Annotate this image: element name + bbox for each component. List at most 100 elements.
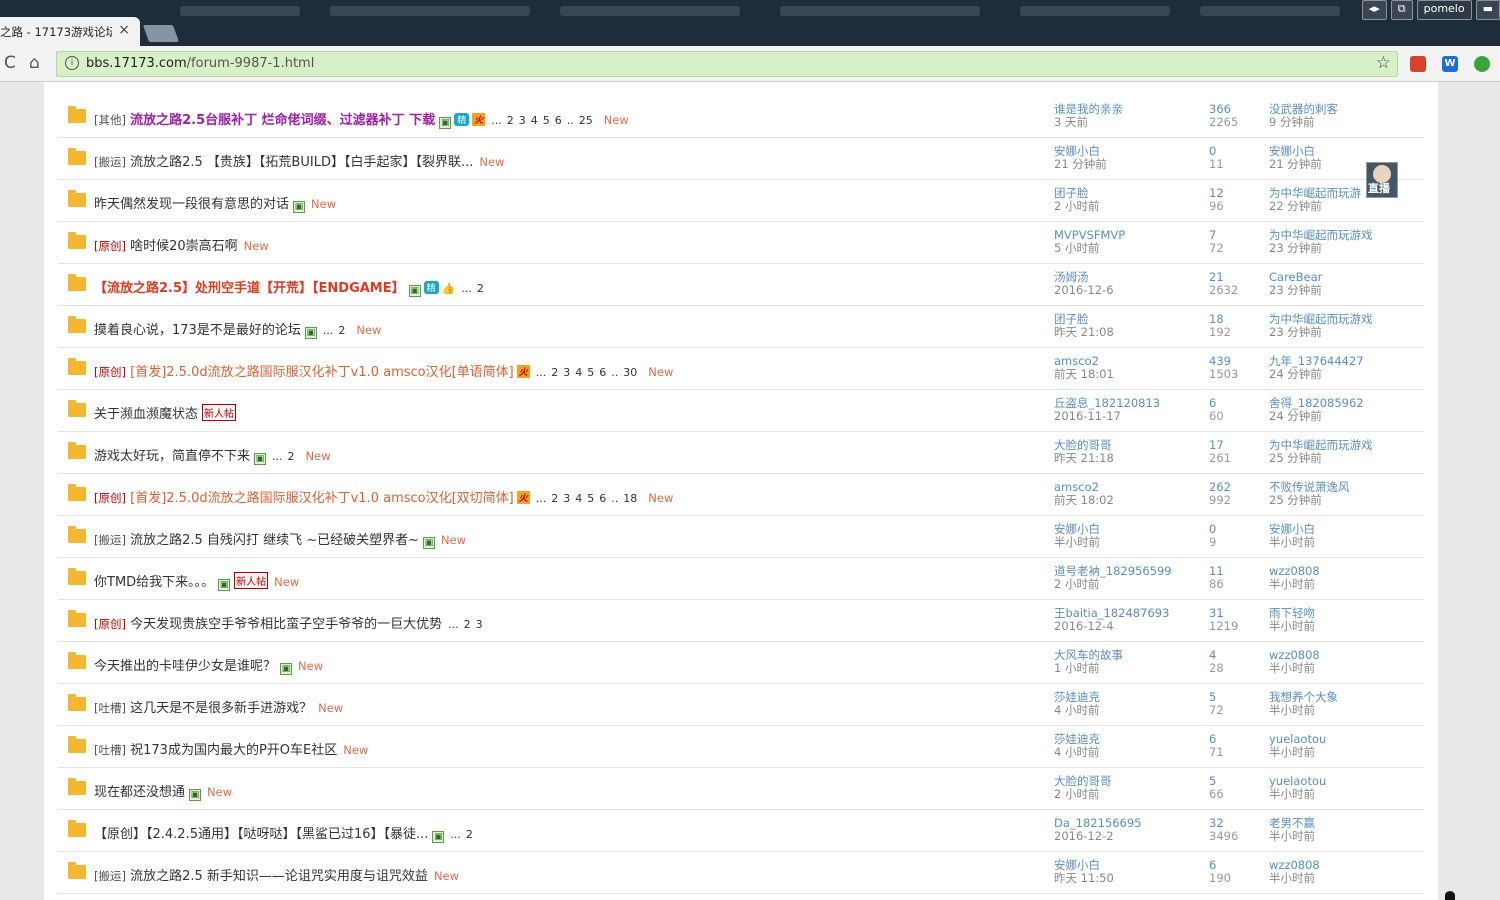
thread-title-link[interactable]: [首发]2.5.0d流放之路国际服汉化补丁v1.0 amsco汉化[单语简体] [130, 365, 514, 380]
folder-icon[interactable] [68, 484, 86, 501]
profile-switch-icon[interactable]: ◂▸ [1361, 0, 1387, 20]
folder-icon[interactable] [68, 274, 86, 291]
thread-title-link[interactable]: 流放之路2.5 新手知识——论诅咒实用度与诅咒效益 [130, 869, 428, 884]
thread-category[interactable]: [吐槽] [94, 701, 126, 715]
page-link[interactable]: 3 [563, 366, 570, 379]
folder-icon[interactable] [68, 778, 86, 795]
extension-green-icon[interactable] [1474, 56, 1490, 72]
thread-title-link[interactable]: 祝173成为国内最大的P开O车E社区 [130, 743, 337, 758]
new-badge[interactable]: New [356, 323, 381, 337]
thread-title-link[interactable]: 啥时候20崇高石啊 [130, 239, 238, 254]
page-link[interactable]: 4 [575, 492, 582, 505]
page-link[interactable]: 5 [587, 366, 594, 379]
new-badge[interactable]: New [244, 239, 269, 253]
new-badge[interactable]: New [318, 701, 343, 715]
user-profile-button[interactable]: pomelo [1416, 0, 1472, 20]
thread-title-link[interactable]: 【流放之路2.5】处刑空手道【开荒】【ENDGAME】 [94, 281, 405, 296]
folder-icon[interactable] [68, 610, 86, 627]
extension-red-icon[interactable] [1410, 56, 1426, 72]
thread-category[interactable]: [吐槽] [94, 743, 126, 757]
folder-icon[interactable] [68, 358, 86, 375]
page-link[interactable]: 4 [575, 366, 582, 379]
folder-icon[interactable] [68, 106, 86, 123]
folder-icon[interactable] [68, 190, 86, 207]
page-link[interactable]: 2 [551, 366, 558, 379]
folder-icon[interactable] [68, 652, 86, 669]
extension-w-icon[interactable]: W [1442, 56, 1458, 72]
folder-icon[interactable] [68, 862, 86, 879]
page-link[interactable]: 25 [579, 114, 593, 127]
page-link[interactable]: 2 [551, 492, 558, 505]
home-icon[interactable]: ⌂ [29, 53, 40, 73]
active-tab[interactable]: 之路 - 17173游戏论坛 × [0, 17, 140, 46]
page-link[interactable]: 6 [555, 114, 562, 127]
folder-icon[interactable] [68, 820, 86, 837]
page-link[interactable]: 6 [599, 366, 606, 379]
folder-icon[interactable] [68, 232, 86, 249]
thread-title-link[interactable]: [首发]2.5.0d流放之路国际服汉化补丁v1.0 amsco汉化[双切简体] [130, 491, 514, 506]
folder-icon[interactable] [68, 400, 86, 417]
thread-title-link[interactable]: 今天发现贵族空手爷爷相比蛮子空手爷爷的一巨大优势 [130, 617, 442, 632]
new-badge[interactable]: New [311, 197, 336, 211]
new-badge[interactable]: New [648, 365, 673, 379]
thread-category[interactable]: [原创] [94, 491, 126, 505]
page-link[interactable]: 5 [543, 114, 550, 127]
background-tab[interactable] [180, 6, 300, 16]
folder-icon[interactable] [68, 442, 86, 459]
folder-icon[interactable] [68, 694, 86, 711]
page-link[interactable]: 2 [477, 282, 484, 295]
page-link[interactable]: 2 [507, 114, 514, 127]
thread-title-link[interactable]: 现在都还没想通 [94, 785, 185, 800]
thread-category[interactable]: [其他] [94, 113, 126, 127]
address-bar[interactable]: i bbs.17173.com/forum-9987-1.html ☆ [56, 51, 1398, 77]
thread-title-link[interactable]: 流放之路2.5 【贵族】【拓荒BUILD】【白手起家】【裂界联... [130, 155, 473, 170]
page-link[interactable]: 2 [464, 618, 471, 631]
tab-close-icon[interactable]: × [118, 22, 130, 38]
thread-title-link[interactable]: 这几天是不是很多新手进游戏？ [130, 701, 312, 716]
new-badge[interactable]: New [434, 869, 459, 883]
page-link[interactable]: 6 [599, 492, 606, 505]
new-badge[interactable]: New [343, 743, 368, 757]
folder-icon[interactable] [68, 526, 86, 543]
new-badge[interactable]: New [604, 113, 629, 127]
thread-title-link[interactable]: 关于濒血濒魔状态 [94, 407, 198, 422]
background-tab[interactable] [330, 6, 530, 16]
live-stream-badge[interactable]: 直播 [1366, 162, 1398, 198]
page-link[interactable]: 2 [338, 324, 345, 337]
page-link[interactable]: 18 [623, 492, 637, 505]
site-info-icon[interactable]: i [65, 56, 79, 70]
page-link[interactable]: 4 [531, 114, 538, 127]
minimize-button[interactable]: ▬ [1475, 0, 1500, 20]
thread-category[interactable]: [搬运] [94, 869, 126, 883]
new-badge[interactable]: New [207, 785, 232, 799]
new-badge[interactable]: New [648, 491, 673, 505]
thread-title-link[interactable]: 流放之路2.5 自残闪打 继续飞 ~已经破关塑界者~ [130, 533, 419, 548]
thread-category[interactable]: [原创] [94, 617, 126, 631]
thread-title-link[interactable]: 你TMD给我下来。。。 [94, 575, 214, 590]
background-tab[interactable] [780, 6, 980, 16]
thread-title-link[interactable]: 今天推出的卡哇伊少女是谁呢？ [94, 659, 276, 674]
page-link[interactable]: 30 [623, 366, 637, 379]
folder-icon[interactable] [68, 316, 86, 333]
folder-icon[interactable] [68, 568, 86, 585]
thread-title-link[interactable]: 摸着良心说，173是不是最好的论坛 [94, 323, 301, 338]
new-badge[interactable]: New [479, 155, 504, 169]
thread-title-link[interactable]: 昨天偶然发现一段很有意思的对话 [94, 197, 289, 212]
restore-icon[interactable]: ⧉ [1390, 0, 1413, 20]
background-tab[interactable] [1200, 6, 1340, 16]
thread-category[interactable]: [原创] [94, 365, 126, 379]
new-badge[interactable]: New [274, 575, 299, 589]
page-link[interactable]: 2 [466, 828, 473, 841]
folder-icon[interactable] [68, 736, 86, 753]
thread-category[interactable]: [搬运] [94, 155, 126, 169]
thread-category[interactable]: [搬运] [94, 533, 126, 547]
background-tab[interactable] [1020, 6, 1170, 16]
page-link[interactable]: 5 [587, 492, 594, 505]
thread-title-link[interactable]: 流放之路2.5台服补丁 烂命佬词缀、过滤器补丁 下载 [130, 113, 435, 128]
new-tab-button[interactable] [142, 25, 180, 42]
thread-title-link[interactable]: 游戏太好玩，简直停不下来 [94, 449, 250, 464]
page-link[interactable]: 3 [519, 114, 526, 127]
page-link[interactable]: 2 [288, 450, 295, 463]
new-badge[interactable]: New [441, 533, 466, 547]
thread-category[interactable]: [原创] [94, 239, 126, 253]
